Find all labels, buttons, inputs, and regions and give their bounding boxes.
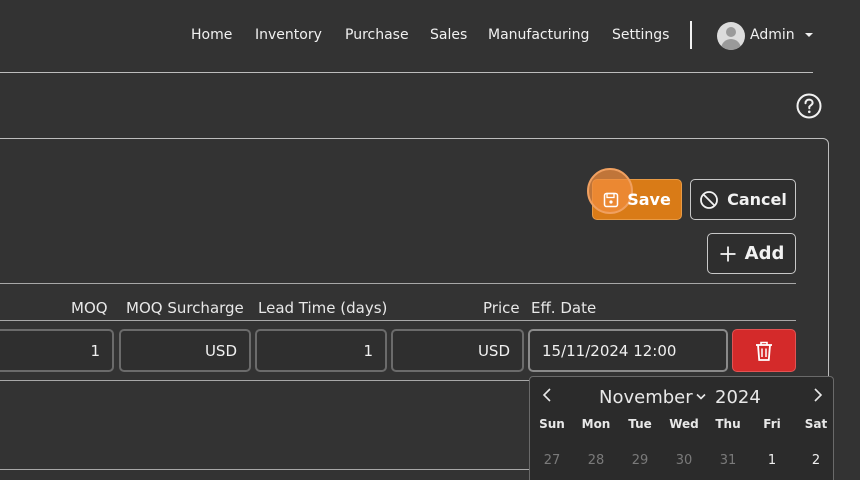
nav-home[interactable]: Home — [191, 26, 232, 44]
calendar-day[interactable]: 1 — [752, 453, 792, 468]
column-header-moq: MOQ — [71, 299, 108, 317]
moq-surcharge-value: USD — [204, 341, 237, 360]
nav-divider — [690, 21, 692, 49]
column-header-lead-time: Lead Time (days) — [258, 299, 388, 317]
weekday-label: Sat — [804, 417, 828, 431]
price-value: USD — [477, 341, 510, 360]
table-header-border — [0, 320, 796, 321]
column-header-eff-date: Eff. Date — [531, 299, 597, 317]
nav-settings[interactable]: Settings — [612, 26, 669, 44]
calendar-day[interactable]: 28 — [576, 453, 616, 468]
chevron-right-icon[interactable] — [809, 387, 825, 403]
prohibited-icon — [700, 190, 719, 209]
chevron-down-icon[interactable] — [696, 393, 706, 401]
user-menu-label[interactable]: Admin — [750, 26, 795, 44]
weekday-label: Mon — [581, 417, 611, 431]
weekday-label: Tue — [628, 417, 652, 431]
floppy-disk-icon — [603, 192, 619, 207]
nav-sales[interactable]: Sales — [430, 26, 467, 44]
calendar-day[interactable]: 30 — [664, 453, 704, 468]
add-label: Add — [744, 243, 785, 264]
save-button[interactable]: Save — [587, 168, 682, 220]
month-select[interactable]: November — [599, 387, 693, 408]
chevron-down-icon[interactable] — [805, 33, 813, 37]
trash-icon — [756, 341, 772, 361]
chevron-left-icon[interactable] — [540, 387, 556, 403]
card-section-border — [0, 469, 530, 470]
column-header-price: Price — [483, 299, 520, 317]
eff-date-input[interactable]: 15/11/2024 12:00 — [528, 329, 728, 372]
moq-value: 1 — [90, 341, 100, 360]
top-nav: Home Inventory Purchase Sales Manufactur… — [0, 0, 860, 72]
table-top-border — [0, 283, 796, 284]
year-input[interactable]: 2024 — [715, 387, 761, 408]
page: Home Inventory Purchase Sales Manufactur… — [0, 0, 860, 480]
avatar-head-icon — [726, 27, 736, 37]
nav-divider-line — [0, 72, 813, 73]
cancel-button[interactable]: Cancel — [690, 179, 796, 220]
table-row-border — [0, 380, 530, 381]
calendar-day[interactable]: 2 — [796, 453, 836, 468]
calendar-day[interactable]: 27 — [532, 453, 572, 468]
calendar-day[interactable]: 31 — [708, 453, 748, 468]
moq-surcharge-input[interactable]: USD — [119, 329, 251, 372]
nav-purchase[interactable]: Purchase — [345, 26, 409, 44]
add-button[interactable]: Add — [707, 233, 796, 274]
eff-date-value: 15/11/2024 12:00 — [542, 341, 677, 360]
weekday-label: Sun — [539, 417, 565, 431]
weekday-label: Fri — [763, 417, 781, 431]
nav-manufacturing[interactable]: Manufacturing — [488, 26, 589, 44]
column-header-moq-surcharge: MOQ Surcharge — [126, 299, 244, 317]
lead-time-value: 1 — [363, 341, 373, 360]
weekday-label: Wed — [669, 417, 699, 431]
save-label: Save — [627, 190, 671, 209]
cancel-label: Cancel — [727, 190, 787, 209]
avatar[interactable] — [717, 22, 745, 50]
delete-row-button[interactable] — [732, 329, 796, 372]
weekday-label: Thu — [715, 417, 741, 431]
plus-icon — [720, 246, 736, 261]
calendar-day[interactable]: 29 — [620, 453, 660, 468]
date-picker-popup: November 2024 Sun Mon Tue Wed Thu Fri Sa… — [529, 376, 834, 480]
lead-time-input[interactable]: 1 — [255, 329, 387, 372]
nav-inventory[interactable]: Inventory — [255, 26, 322, 44]
help-icon[interactable] — [796, 93, 822, 119]
price-input[interactable]: USD — [391, 329, 524, 372]
avatar-body-icon — [721, 39, 741, 50]
moq-input[interactable]: 1 — [0, 329, 114, 372]
